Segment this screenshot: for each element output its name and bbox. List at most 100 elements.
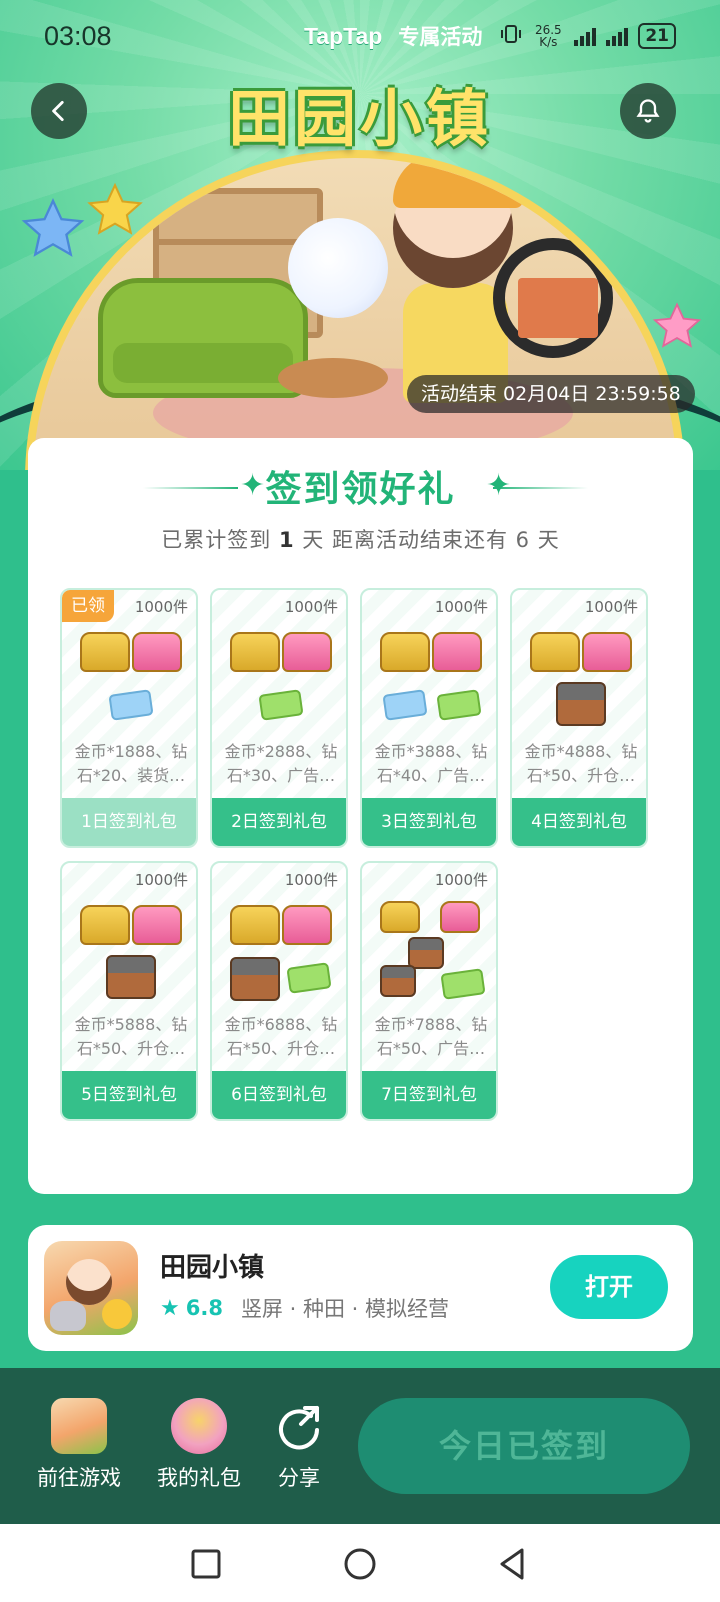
gift-quantity: 1000件 bbox=[284, 598, 338, 616]
upgrade-tool-icon bbox=[230, 957, 280, 1001]
scene-sofa bbox=[98, 278, 308, 398]
gift-items bbox=[362, 899, 496, 1009]
my-gifts-button[interactable]: 我的礼包 bbox=[150, 1398, 248, 1492]
goto-game-button[interactable]: 前往游戏 bbox=[30, 1398, 128, 1492]
status-time: 03:08 bbox=[44, 20, 112, 51]
gift-description: 金币*2888、钻石*30、广告… bbox=[224, 742, 338, 785]
upgrade-tool-icon bbox=[408, 937, 444, 969]
game-rating: 6.8 bbox=[185, 1296, 223, 1320]
pink-star-icon bbox=[652, 302, 702, 348]
gift-button[interactable]: 3日签到礼包 bbox=[362, 798, 496, 846]
diamond-chest-icon bbox=[582, 632, 632, 672]
ad-ticket-icon bbox=[286, 962, 332, 994]
game-app-icon[interactable] bbox=[44, 1241, 138, 1335]
summary-suffix: 天 bbox=[537, 528, 560, 552]
gift-button[interactable]: 6日签到礼包 bbox=[212, 1071, 346, 1119]
share-button[interactable]: 分享 bbox=[268, 1398, 330, 1492]
back-button[interactable] bbox=[31, 83, 87, 139]
open-game-button[interactable]: 打开 bbox=[550, 1255, 668, 1319]
gift-button[interactable]: 1日签到礼包 bbox=[62, 798, 196, 846]
gift-card-day-7[interactable]: 1000件 金币*7888、钻石*50、广告… 7日签到礼包 bbox=[360, 861, 498, 1121]
back-nav-icon[interactable] bbox=[492, 1544, 532, 1584]
network-speed-unit: K/s bbox=[539, 35, 558, 49]
gift-button[interactable]: 7日签到礼包 bbox=[362, 1071, 496, 1119]
gift-button[interactable]: 2日签到礼包 bbox=[212, 798, 346, 846]
gift-card-day-2[interactable]: 1000件 金币*2888、钻石*30、广告… 2日签到礼包 bbox=[210, 588, 348, 848]
game-name: 田园小镇 bbox=[160, 1253, 265, 1283]
ad-ticket-icon bbox=[436, 689, 482, 721]
game-info-card[interactable]: 田园小镇 ★ 6.8 竖屏 · 种田 · 模拟经营 打开 bbox=[28, 1225, 693, 1351]
checkin-today-button[interactable]: 今日已签到 bbox=[358, 1398, 690, 1494]
status-right: TapTap 专属活动 26.5 K/s 21 bbox=[304, 21, 676, 51]
gift-card-day-3[interactable]: 1000件 金币*3888、钻石*40、广告… 3日签到礼包 bbox=[360, 588, 498, 848]
gift-card-day-4[interactable]: 1000件 金币*4888、钻石*50、升仓… 4日签到礼包 bbox=[510, 588, 648, 848]
scene-fluffy-pet bbox=[288, 218, 388, 318]
gift-description: 金币*4888、钻石*50、升仓… bbox=[524, 742, 638, 785]
gift-items bbox=[62, 899, 196, 1009]
gift-card-day-6[interactable]: 1000件 金币*6888、钻石*50、升仓… 6日签到礼包 bbox=[210, 861, 348, 1121]
checkin-summary: 已累计签到 1 天 距离活动结束还有 6 天 bbox=[28, 524, 693, 554]
gold-chest-icon bbox=[230, 905, 280, 945]
ad-ticket-icon bbox=[258, 689, 304, 721]
gift-quantity: 1000件 bbox=[284, 871, 338, 889]
upgrade-tool-icon bbox=[556, 682, 606, 726]
game-tags: 竖屏 · 种田 · 模拟经营 bbox=[240, 1297, 449, 1321]
summary-prefix: 已累计签到 bbox=[161, 528, 272, 552]
gift-items bbox=[212, 626, 346, 736]
days-checked: 1 bbox=[278, 528, 295, 552]
taptap-tag: 专属活动 bbox=[398, 25, 483, 49]
my-gifts-label: 我的礼包 bbox=[157, 1466, 241, 1490]
scene-table bbox=[278, 358, 388, 398]
game-app-icon bbox=[51, 1398, 107, 1454]
battery-indicator: 21 bbox=[638, 23, 676, 49]
diamond-chest-icon bbox=[132, 632, 182, 672]
vibrate-icon bbox=[500, 23, 522, 50]
recent-apps-icon[interactable] bbox=[186, 1544, 226, 1584]
claimed-badge: 已领 bbox=[62, 590, 114, 622]
ticket-icon bbox=[108, 689, 154, 721]
gold-chest-icon bbox=[80, 905, 130, 945]
diamond-chest-icon bbox=[132, 905, 182, 945]
gold-chest-icon bbox=[230, 632, 280, 672]
share-icon bbox=[271, 1398, 327, 1454]
home-icon[interactable] bbox=[340, 1544, 380, 1584]
summary-mid: 天 距离活动结束还有 bbox=[302, 528, 508, 552]
ticket-icon bbox=[382, 689, 428, 721]
bottom-action-bar: 前往游戏 我的礼包 分享 今日已签到 bbox=[0, 1368, 720, 1524]
gift-avatar-icon bbox=[171, 1398, 227, 1454]
scene-boxes bbox=[518, 278, 598, 338]
game-meta: ★ 6.8 竖屏 · 种田 · 模拟经营 bbox=[160, 1293, 449, 1323]
upgrade-tool-icon bbox=[380, 965, 416, 997]
notification-button[interactable] bbox=[620, 83, 676, 139]
gift-quantity: 1000件 bbox=[434, 598, 488, 616]
diamond-chest-icon bbox=[282, 905, 332, 945]
gift-description: 金币*5888、钻石*50、升仓… bbox=[74, 1015, 188, 1058]
game-icon-cat bbox=[50, 1301, 86, 1331]
system-navigation-bar bbox=[0, 1524, 720, 1602]
chevron-left-icon bbox=[52, 100, 64, 122]
ad-ticket-icon bbox=[440, 968, 486, 1000]
game-icon-chick bbox=[102, 1299, 132, 1329]
taptap-logo: TapTap bbox=[303, 22, 383, 49]
gold-chest-icon bbox=[380, 901, 420, 933]
gold-chest-icon bbox=[530, 632, 580, 672]
gift-items bbox=[62, 626, 196, 736]
gift-description: 金币*7888、钻石*50、广告… bbox=[374, 1015, 488, 1058]
gift-items bbox=[212, 899, 346, 1009]
gift-button[interactable]: 4日签到礼包 bbox=[512, 798, 646, 846]
gold-star-icon bbox=[87, 182, 143, 235]
bell-icon bbox=[636, 99, 660, 123]
gift-button[interactable]: 5日签到礼包 bbox=[62, 1071, 196, 1119]
checkin-card: ✦ ✦ 签到领好礼 已累计签到 1 天 距离活动结束还有 6 天 已领 1000… bbox=[28, 438, 693, 1194]
diamond-chest-icon bbox=[282, 632, 332, 672]
gift-description: 金币*3888、钻石*40、广告… bbox=[374, 742, 488, 785]
gift-card-day-1[interactable]: 已领 1000件 金币*1888、钻石*20、装货… 1日签到礼包 bbox=[60, 588, 198, 848]
gift-card-day-5[interactable]: 1000件 金币*5888、钻石*50、升仓… 5日签到礼包 bbox=[60, 861, 198, 1121]
scene-girl-hat bbox=[393, 158, 523, 208]
status-bar: 03:08 TapTap 专属活动 26.5 K/s 21 bbox=[0, 0, 720, 72]
gift-items bbox=[512, 626, 646, 736]
diamond-chest-icon bbox=[432, 632, 482, 672]
diamond-chest-icon bbox=[440, 901, 480, 933]
signal-icon bbox=[574, 26, 597, 46]
gold-chest-icon bbox=[80, 632, 130, 672]
